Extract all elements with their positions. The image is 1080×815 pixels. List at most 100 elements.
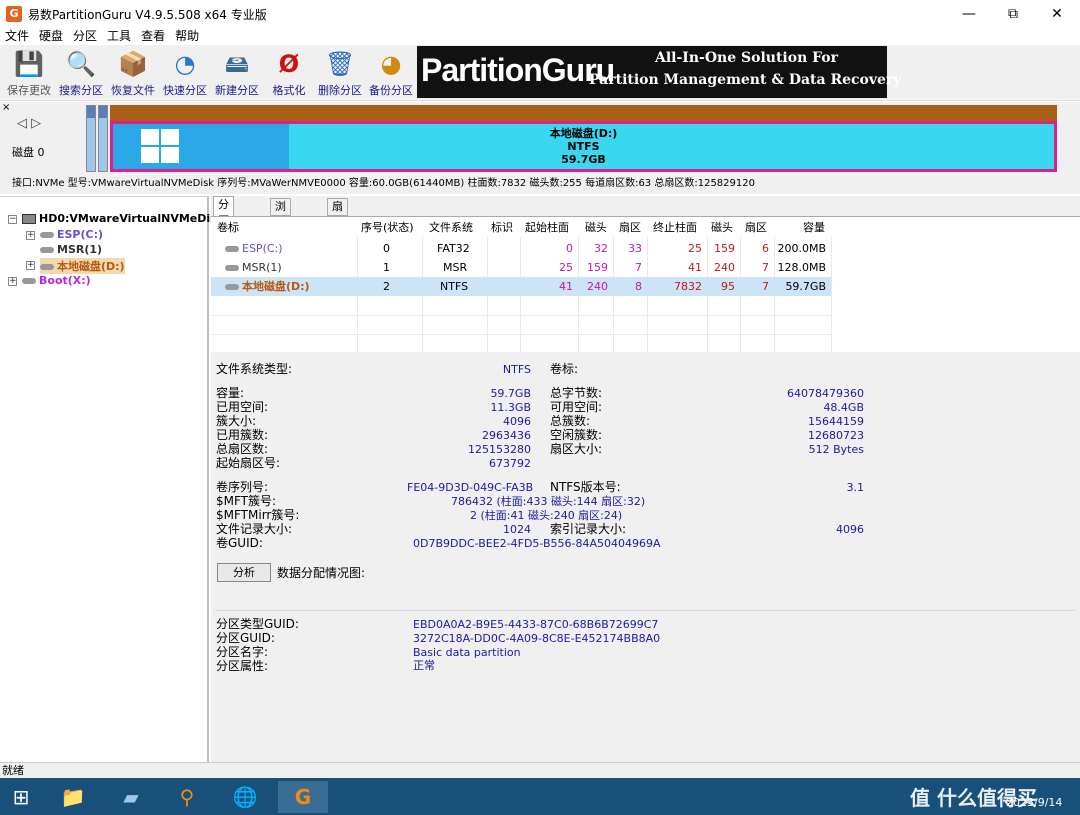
disk-tree: − HD0:VMwareVirtualNVMeDisk(6 + ESP(C:) … bbox=[0, 196, 237, 762]
tab-sector-edit[interactable]: 扇区编辑 bbox=[327, 198, 348, 261]
save-changes-label: 保存更改 bbox=[7, 84, 51, 97]
close-button[interactable]: ✕ bbox=[1034, 0, 1080, 28]
tree-item-msr[interactable]: MSR(1) bbox=[40, 243, 102, 256]
partition-bar-esp[interactable] bbox=[86, 105, 96, 172]
maximize-button[interactable]: ⧉ bbox=[990, 0, 1036, 28]
tree-root-hd0[interactable]: HD0:VMwareVirtualNVMeDisk(6 bbox=[22, 212, 237, 225]
disk-nav-arrows-icon[interactable]: ◁ ▷ bbox=[17, 116, 41, 131]
menu-file[interactable]: 文件 bbox=[0, 27, 34, 44]
notepad-icon[interactable]: ▰ bbox=[110, 781, 152, 813]
row-start-sec: 7 bbox=[635, 261, 642, 274]
browser-globe-icon[interactable]: 🌐 bbox=[224, 781, 266, 813]
row-name-text: MSR(1) bbox=[242, 261, 282, 274]
col-header: 扇区 bbox=[745, 221, 767, 234]
serial-value: FE04-9D3D-049C-FA3B bbox=[407, 481, 534, 494]
row-end-sec: 7 bbox=[762, 261, 769, 274]
trash-icon: 🗑 bbox=[325, 50, 356, 78]
partition-icon bbox=[225, 246, 239, 252]
window-title: 易数PartitionGuru V4.9.5.508 x64 专业版 bbox=[28, 7, 267, 22]
banner-logo: PartitionGuru bbox=[421, 52, 615, 88]
volume-label-label: 卷标: bbox=[550, 362, 579, 376]
watermark-text: 值 什么值得买 bbox=[910, 786, 1037, 810]
restore-box-icon: 📦 bbox=[118, 50, 148, 78]
menu-help[interactable]: 帮助 bbox=[170, 27, 204, 44]
tree-item-d[interactable]: 本地磁盘(D:) bbox=[40, 258, 125, 274]
start-sector-value: 673792 bbox=[489, 457, 531, 470]
partition-fs: NTFS bbox=[567, 140, 600, 153]
total-clusters-value: 15644159 bbox=[808, 415, 864, 428]
row-start-cyl: 25 bbox=[559, 261, 573, 274]
menu-view[interactable]: 查看 bbox=[136, 27, 170, 44]
disk-map-panel: × ◁ ▷ 磁盘 0 本地磁盘(D:) NTFS 59.7GB bbox=[0, 102, 1080, 174]
table-row[interactable]: MSR(1) 1 MSR 25 159 7 41 240 7 128.0MB bbox=[211, 258, 831, 277]
quick-partition-button[interactable]: ◔ 快速分区 bbox=[158, 47, 212, 99]
col-header: 磁头 bbox=[711, 221, 733, 234]
partition-icon bbox=[40, 264, 54, 270]
partitionguru-task-icon[interactable]: G bbox=[278, 781, 328, 813]
search-magnifier-icon[interactable]: ⚲ bbox=[166, 781, 208, 813]
disk-panel-close-icon[interactable]: × bbox=[2, 102, 10, 113]
tree-expand-icon[interactable]: + bbox=[26, 231, 35, 240]
menu-disk[interactable]: 硬盘 bbox=[34, 27, 68, 44]
new-partition-button[interactable]: 🖴 新建分区 bbox=[210, 47, 264, 99]
partition-bar-msr[interactable] bbox=[98, 105, 108, 172]
delete-partition-button[interactable]: 🗑 删除分区 bbox=[313, 47, 367, 99]
menu-tools[interactable]: 工具 bbox=[102, 27, 136, 44]
title-bar: G 易数PartitionGuru V4.9.5.508 x64 专业版 — ⧉… bbox=[0, 0, 1080, 28]
start-windows-icon[interactable]: ⊞ bbox=[0, 781, 42, 813]
section-divider bbox=[215, 610, 1075, 611]
search-partition-label: 搜索分区 bbox=[59, 84, 103, 97]
row-fs: NTFS bbox=[440, 280, 469, 293]
tree-expand-icon[interactable]: + bbox=[26, 261, 35, 270]
col-header: 起始柱面 bbox=[525, 221, 569, 234]
serial-label: 卷序列号: bbox=[216, 480, 269, 494]
row-name: ESP(C:) bbox=[225, 239, 283, 258]
free-space-label: 可用空间: bbox=[550, 400, 603, 414]
capacity-label: 容量: bbox=[216, 386, 245, 400]
row-start-head: 159 bbox=[587, 261, 608, 274]
tab-partition-params[interactable]: 分区参数 bbox=[213, 196, 234, 259]
tree-item-esp[interactable]: ESP(C:) bbox=[40, 228, 103, 241]
format-button[interactable]: Ø 格式化 bbox=[262, 47, 316, 99]
row-end-sec: 6 bbox=[762, 242, 769, 255]
partition-caption: 本地磁盘(D:) NTFS 59.7GB bbox=[113, 127, 1054, 166]
table-row[interactable]: ESP(C:) 0 FAT32 0 32 33 25 159 6 200.0MB bbox=[211, 239, 831, 258]
row-start-sec: 33 bbox=[628, 242, 642, 255]
tree-item-boot[interactable]: Boot(X:) bbox=[22, 274, 91, 287]
banner-tagline-2: Partition Management & Data Recovery bbox=[589, 72, 902, 88]
tree-expand-icon[interactable]: + bbox=[8, 277, 17, 286]
menu-partition[interactable]: 分区 bbox=[68, 27, 102, 44]
quick-partition-icon: ◔ bbox=[174, 50, 196, 78]
record-size-label: 文件记录大小: bbox=[216, 522, 293, 536]
mft-value: 786432 (柱面:433 磁头:144 扇区:32) bbox=[451, 495, 646, 508]
partition-bar-d[interactable]: 本地磁盘(D:) NTFS 59.7GB bbox=[110, 105, 1057, 172]
free-space-value: 48.4GB bbox=[823, 401, 864, 414]
file-explorer-icon[interactable]: 📁 bbox=[52, 781, 94, 813]
start-sector-label: 起始扇区号: bbox=[216, 456, 281, 470]
tab-browse-files[interactable]: 浏览文件 bbox=[270, 198, 291, 261]
backup-partition-button[interactable]: ◕ 备份分区 bbox=[364, 47, 418, 99]
free-clusters-label: 空闲簇数: bbox=[550, 428, 603, 442]
sector-size-label: 扇区大小: bbox=[550, 442, 603, 456]
table-row-selected[interactable]: 本地磁盘(D:) 2 NTFS 41 240 8 7832 95 7 59.7G… bbox=[211, 277, 831, 296]
format-label: 格式化 bbox=[272, 84, 306, 97]
search-partition-button[interactable]: 🔍 搜索分区 bbox=[54, 47, 108, 99]
row-end-cyl: 41 bbox=[688, 261, 702, 274]
tree-collapse-icon[interactable]: − bbox=[8, 215, 17, 224]
restore-files-button[interactable]: 📦 恢复文件 bbox=[106, 47, 160, 99]
quick-partition-label: 快速分区 bbox=[163, 84, 207, 97]
analyze-button[interactable]: 分析 bbox=[217, 563, 271, 582]
row-start-head: 32 bbox=[594, 242, 608, 255]
minimize-button[interactable]: — bbox=[946, 0, 992, 28]
product-banner: PartitionGuru All-In-One Solution For Pa… bbox=[417, 46, 901, 98]
row-end-cyl: 25 bbox=[688, 242, 702, 255]
save-changes-button[interactable]: 💾 保存更改 bbox=[2, 47, 56, 99]
partition-name-value: Basic data partition bbox=[413, 646, 521, 659]
total-bytes-value: 64078479360 bbox=[787, 387, 864, 400]
partition-guid-value: 3272C18A-DD0C-4A09-8C8E-E452174BB8A0 bbox=[413, 632, 661, 645]
partition-type-guid-value: EBD0A0A2-B9E5-4433-87C0-68B6B72699C7 bbox=[413, 618, 659, 631]
volume-guid-value: 0D7B9DDC-BEE2-4FD5-B556-84A50404969A bbox=[413, 537, 661, 550]
partition-attr-value: 正常 bbox=[413, 659, 435, 672]
row-index: 2 bbox=[383, 280, 390, 293]
partition-size: 59.7GB bbox=[561, 153, 606, 166]
